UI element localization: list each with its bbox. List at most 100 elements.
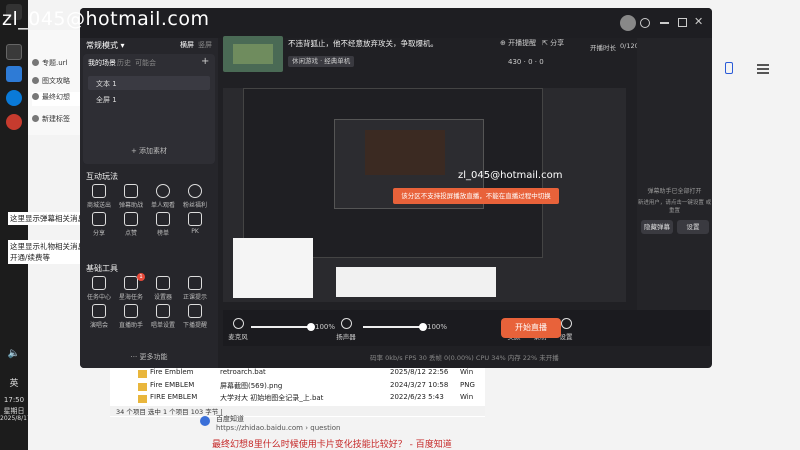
sidebar-item[interactable]: 新建标签 — [32, 114, 80, 128]
tool-item[interactable]: 任务中心 — [85, 276, 113, 301]
concert-icon — [92, 304, 106, 318]
warning-toast: 该分区不支持投屏播放直播，不能在直播过程中切换 — [393, 188, 559, 204]
close-icon[interactable]: ✕ — [694, 15, 703, 28]
orientation-portrait[interactable]: 竖屏 — [198, 40, 212, 50]
tool-item[interactable]: 星海任务 1 — [117, 273, 145, 301]
sidebar-item[interactable]: 图文攻略 — [32, 76, 80, 90]
playlist-icon — [156, 304, 170, 318]
orientation-landscape[interactable]: 横屏 — [180, 40, 194, 50]
task-icon — [92, 276, 106, 290]
speaker-icon — [340, 318, 352, 329]
stream-status-line: 码率 0kb/s FPS 30 丢帧 0(0.00%) CPU 34% 内存 2… — [370, 354, 559, 362]
rank-icon — [156, 212, 170, 226]
comments-count: 0 — [539, 58, 544, 66]
interact-item[interactable]: PK — [181, 212, 209, 235]
fan-icon — [188, 184, 202, 198]
result-url[interactable]: https://zhidao.baidu.com › question — [216, 424, 341, 432]
interact-item[interactable]: 分享 — [85, 212, 113, 237]
menu-icon[interactable] — [757, 68, 769, 70]
more-functions-button[interactable]: ··· 更多功能 — [80, 352, 218, 362]
app-red-icon[interactable] — [6, 114, 22, 130]
input-language[interactable]: 英 — [0, 376, 28, 389]
interact-item[interactable]: 榜单 — [149, 212, 177, 237]
phone-icon[interactable] — [725, 62, 733, 74]
tab-scenes[interactable]: 我的场景 — [88, 58, 116, 68]
sidebar-item[interactable]: 专题.url — [32, 58, 80, 72]
maximize-icon[interactable] — [678, 18, 687, 27]
stream-title[interactable]: 不违背狐止，他不经意放弃攻关，争取爆机。 — [288, 38, 438, 49]
watermark-preview: zl_045@hotmail.com — [458, 170, 563, 181]
folder-icon — [138, 383, 147, 391]
danmaku-panel: 弹幕助手已全部打开 新进用户，请点击一键设置 或 重置 隐藏弹幕 设置 — [637, 38, 712, 310]
add-scene-icon[interactable]: + — [201, 56, 209, 67]
file-row[interactable]: FIRE EMBLEM 大学对大 初始地图全记录_上.bat 2022/6/23… — [110, 393, 485, 406]
settings-tool-icon — [156, 276, 170, 290]
search-result: 百度知道 https://zhidao.baidu.com › question… — [200, 414, 600, 450]
interact-item[interactable]: 点赞 — [117, 212, 145, 237]
stream-cover-image[interactable] — [223, 36, 283, 72]
assistant-icon — [124, 304, 138, 318]
mic-slider-knob[interactable] — [307, 323, 315, 331]
danmaku-msg: 弹幕助手已全部打开 — [647, 188, 702, 195]
browser-sidebar: 专题.url 图文攻略 最终幻想 新建标签 — [28, 30, 80, 135]
danmaku-icon — [124, 184, 138, 198]
clock-date: 2025/8/17 — [0, 415, 31, 422]
tool-item[interactable]: 演唱会 — [85, 304, 113, 329]
add-material-button[interactable]: + 添加素材 — [83, 146, 215, 156]
start-live-button[interactable]: 开始直播 — [501, 318, 561, 338]
result-title[interactable]: 最终幻想8里什么时候使用卡片变化技能比较好？ - 百度知道 — [212, 437, 452, 450]
mic-slider[interactable] — [251, 323, 315, 331]
minimize-icon[interactable] — [660, 22, 669, 24]
explorer-icon[interactable] — [6, 44, 22, 60]
pk-icon — [188, 212, 202, 226]
clock-time: 17:50 — [3, 396, 25, 404]
prompt-icon — [188, 276, 202, 290]
tool-item[interactable]: 唱单设置 — [149, 304, 177, 329]
mic-button[interactable]: 麦克风 — [227, 318, 249, 341]
volume-icon[interactable]: 🔈 — [6, 348, 22, 364]
tool-item[interactable]: 下播提醒 — [181, 304, 209, 329]
hide-danmaku-button[interactable]: 隐藏弹幕 — [641, 220, 673, 234]
interact-item[interactable]: 商城送出 — [85, 184, 113, 209]
folder-icon — [138, 395, 147, 403]
tab-more[interactable]: 可能会 — [135, 58, 156, 68]
streaming-app: ✕ 常规模式 ▾ 横屏 竖屏 我的场景 历史 可能会 + 文本 1 全屏 1 +… — [80, 8, 712, 368]
source-item[interactable]: 全屏 1 — [88, 92, 210, 106]
result-site: 百度知道 — [216, 415, 244, 423]
interact-item[interactable]: 弹幕助战 — [117, 184, 145, 209]
open-reminder-button[interactable]: ⊕ 开播提醒 — [500, 38, 536, 48]
viewers-count: 430 — [508, 58, 522, 66]
speaker-slider-knob[interactable] — [419, 323, 427, 331]
source-item[interactable]: 文本 1 — [88, 76, 210, 90]
share-icon — [92, 212, 106, 226]
speaker-percent: 100% — [427, 323, 448, 331]
left-panel: 常规模式 ▾ 横屏 竖屏 我的场景 历史 可能会 + 文本 1 全屏 1 + 添… — [80, 38, 218, 368]
like-icon — [124, 212, 138, 226]
mic-icon — [232, 318, 244, 329]
interact-title: 互动玩法 — [86, 172, 118, 181]
tool-item[interactable]: 正课提示 — [181, 276, 209, 301]
avatar[interactable] — [620, 15, 636, 31]
speaker-button[interactable]: 扬声器 — [335, 318, 357, 341]
gift-icon — [92, 184, 106, 198]
stream-category[interactable]: 休闲游戏 · 经典单机 — [288, 56, 355, 67]
watermark: zl_045@hotmail.com — [2, 8, 210, 30]
tab-history[interactable]: 历史 — [117, 58, 131, 68]
notification-icon[interactable] — [640, 18, 650, 28]
mic-percent: 100% — [315, 323, 336, 331]
mic-slider-fill — [251, 326, 311, 328]
share-button[interactable]: ⇱ 分享 — [542, 38, 564, 48]
scene-panel: 我的场景 历史 可能会 + 文本 1 全屏 1 + 添加素材 — [83, 54, 215, 164]
danmaku-settings-button[interactable]: 设置 — [677, 220, 709, 234]
file-row[interactable]: Fire Emblem retroarch.bat 2025/8/12 22:5… — [110, 368, 485, 381]
tool-item[interactable]: 设置器 — [149, 276, 177, 301]
danmaku-msg2: 新进用户，请点击一键设置 或 重置 — [637, 200, 712, 214]
app-icon[interactable] — [6, 66, 22, 82]
edge-icon[interactable] — [6, 90, 22, 106]
speaker-slider[interactable] — [363, 323, 427, 331]
sidebar-item[interactable]: 最终幻想 — [32, 92, 80, 106]
mode-dropdown[interactable]: 常规模式 ▾ — [86, 40, 125, 51]
tool-item[interactable]: 直播助手 — [117, 304, 145, 329]
interact-item[interactable]: 单人观看 — [149, 184, 177, 209]
interact-item[interactable]: 粉丝福利 — [181, 184, 209, 209]
